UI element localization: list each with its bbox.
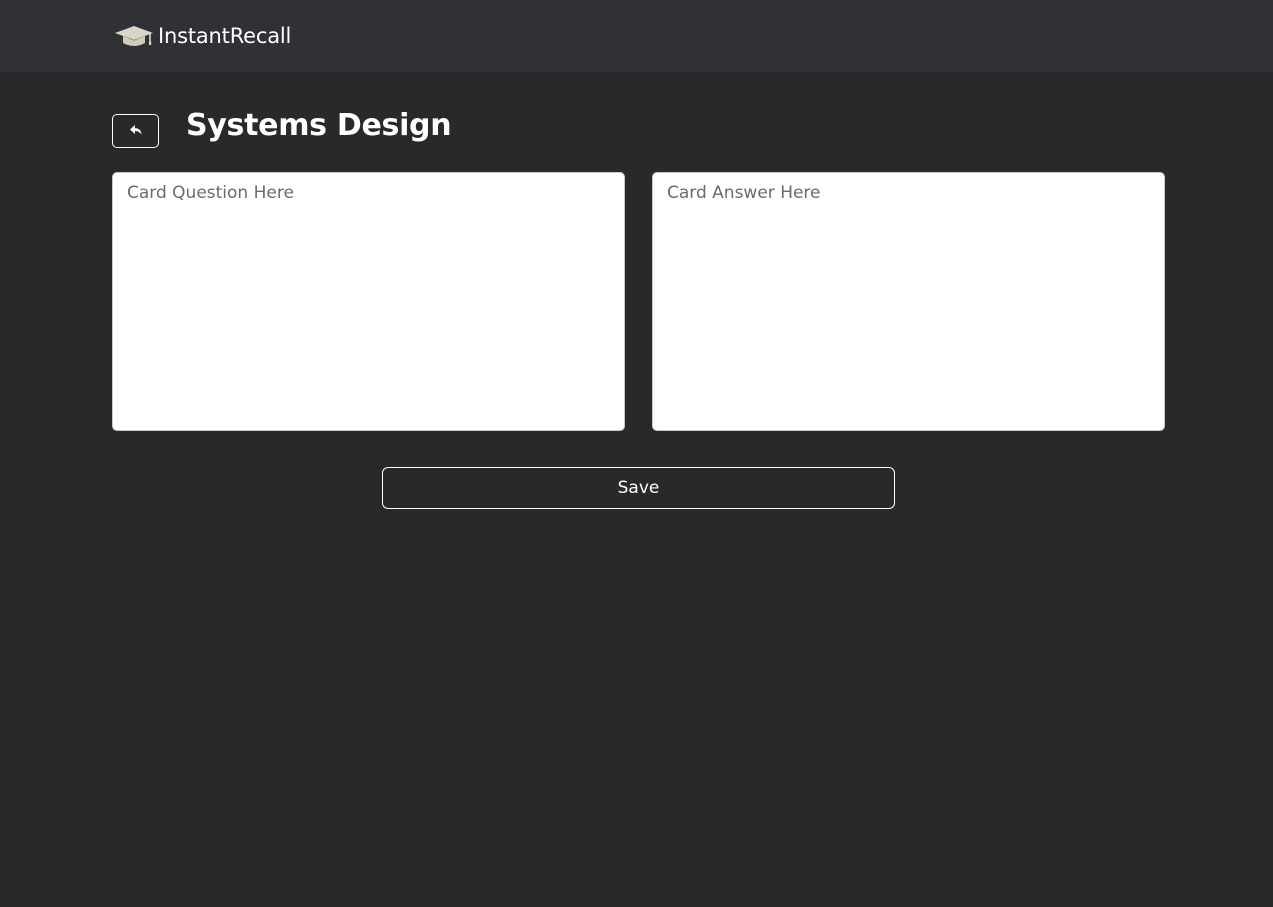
card-answer-input[interactable] xyxy=(652,172,1165,431)
graduation-cap-icon xyxy=(114,23,154,49)
brand-link[interactable]: InstantRecall xyxy=(114,22,291,50)
save-button[interactable]: Save xyxy=(382,467,895,509)
card-question-input[interactable] xyxy=(112,172,625,431)
brand-name: InstantRecall xyxy=(158,24,292,48)
reply-arrow-icon xyxy=(129,124,143,139)
navbar: InstantRecall xyxy=(0,0,1273,72)
back-button[interactable] xyxy=(112,114,159,148)
page-title: Systems Design xyxy=(186,108,452,143)
